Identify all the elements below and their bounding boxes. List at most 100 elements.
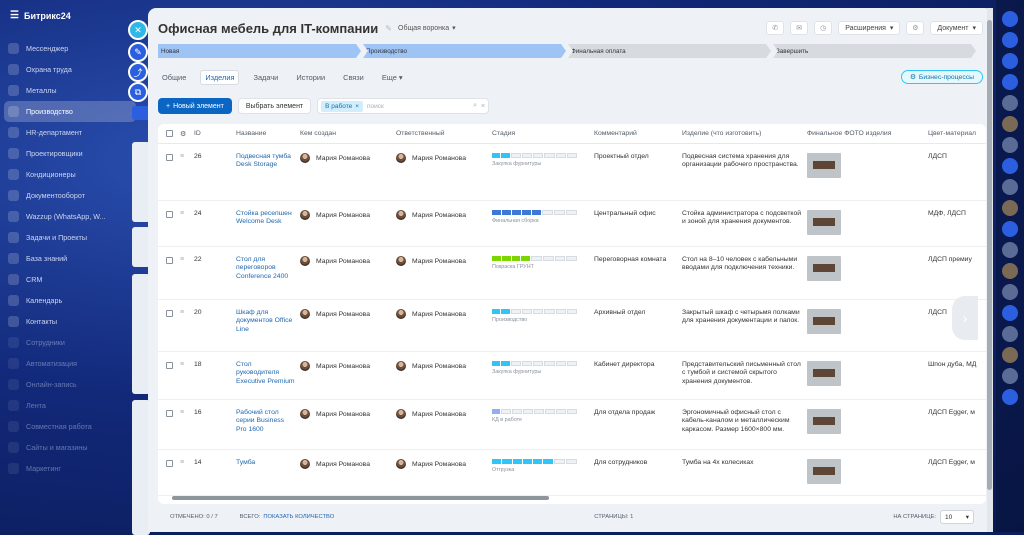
document-button[interactable]: Документ ▾ — [930, 21, 983, 35]
chat-icon[interactable] — [1002, 32, 1018, 48]
scroll-right-button[interactable]: › — [952, 296, 978, 340]
search-input[interactable]: поиск — [367, 103, 469, 110]
app-logo[interactable]: ☰ Битрикс24 — [10, 10, 71, 21]
sidebar-item[interactable]: База знаний — [0, 248, 140, 269]
time-icon[interactable]: ◷ — [814, 21, 833, 35]
stage-progress[interactable]: Отгрузка — [492, 459, 590, 473]
filter-search[interactable]: В работе × поиск ⌕ × — [317, 98, 490, 114]
sidebar-item[interactable]: CRM — [0, 269, 140, 290]
created-by[interactable]: Мария Романова — [300, 256, 392, 266]
sidebar-item[interactable]: Кондиционеры — [0, 164, 140, 185]
tab-tasks[interactable]: Задачи — [249, 71, 282, 84]
product-photo[interactable] — [807, 309, 841, 334]
show-count-link[interactable]: ПОКАЗАТЬ КОЛИЧЕСТВО — [263, 514, 334, 520]
contact-avatar[interactable] — [1002, 284, 1018, 300]
menu-icon[interactable]: ☰ — [10, 10, 19, 21]
notifications-icon[interactable] — [1002, 11, 1018, 27]
row-checkbox[interactable] — [166, 257, 173, 264]
product-photo[interactable] — [807, 153, 841, 178]
edit-title-icon[interactable]: ✎ — [385, 24, 392, 33]
row-name-link[interactable]: Стол руководителя Executive Premium — [236, 361, 296, 386]
created-by[interactable]: Мария Романова — [300, 409, 392, 419]
open-icon[interactable]: ⧉ — [128, 82, 148, 102]
drag-handle-icon[interactable]: ≡ — [180, 210, 184, 217]
contact-avatar[interactable] — [1002, 95, 1018, 111]
created-by[interactable]: Мария Романова — [300, 361, 392, 371]
per-page-select[interactable]: 10 ▾ — [940, 510, 974, 524]
contact-avatar[interactable] — [1002, 116, 1018, 132]
row-name-link[interactable]: Тумба — [236, 459, 296, 467]
extensions-button[interactable]: Расширения ▾ — [838, 21, 901, 35]
filter-chip[interactable]: В работе × — [321, 100, 364, 112]
pencil-icon[interactable]: ✎ — [128, 42, 148, 62]
drag-handle-icon[interactable]: ≡ — [180, 153, 184, 160]
search-icon[interactable] — [1002, 53, 1018, 69]
stage-progress[interactable]: Покраска ГРУНТ — [492, 256, 590, 270]
row-checkbox[interactable] — [166, 211, 173, 218]
column-header[interactable]: Кем создан — [296, 130, 392, 137]
table-row[interactable]: ≡ 14 Тумба Мария Романова Мария Романова Отгр… — [158, 450, 986, 496]
share-icon[interactable]: ⤴ — [128, 62, 148, 82]
sidebar-item[interactable]: Онлайн-запись — [0, 374, 140, 395]
responsible[interactable]: Мария Романова — [396, 210, 488, 220]
row-checkbox[interactable] — [166, 460, 173, 467]
sidebar-item[interactable]: HR-департамент — [0, 122, 140, 143]
sidebar-item[interactable]: Совместная работа — [0, 416, 140, 437]
row-name-link[interactable]: Подвесная тумба Desk Storage — [236, 153, 296, 170]
message-icon[interactable]: ✉ — [790, 21, 809, 35]
tab-products[interactable]: Изделия — [200, 69, 240, 85]
created-by[interactable]: Мария Романова — [300, 210, 392, 220]
table-row[interactable]: ≡ 24 Стойка ресепшен Welcome Desk Мария Ром… — [158, 201, 986, 247]
column-header[interactable]: Изделие (что изготовить) — [678, 130, 803, 137]
contact-avatar[interactable] — [1002, 263, 1018, 279]
contact-avatar[interactable] — [1002, 200, 1018, 216]
sidebar-item[interactable]: Календарь — [0, 290, 140, 311]
responsible[interactable]: Мария Романова — [396, 459, 488, 469]
clear-icon[interactable]: × — [481, 103, 485, 110]
select-all-checkbox[interactable] — [158, 129, 176, 139]
sidebar-item[interactable]: Мессенджер — [0, 38, 140, 59]
row-name-link[interactable]: Рабочий стол серии Business Pro 1600 — [236, 409, 296, 434]
created-by[interactable]: Мария Романова — [300, 459, 392, 469]
drag-handle-icon[interactable]: ≡ — [180, 361, 184, 368]
product-photo[interactable] — [807, 409, 841, 434]
stage-progress[interactable]: Закупка фурнитуры — [492, 153, 590, 167]
responsible[interactable]: Мария Романова — [396, 361, 488, 371]
column-header[interactable]: Цвет-материал — [924, 130, 984, 137]
responsible[interactable]: Мария Романова — [396, 409, 488, 419]
table-row[interactable]: ≡ 20 Шкаф для документов Office Line Мария … — [158, 300, 986, 352]
telephony-icon[interactable] — [1002, 74, 1018, 90]
stage-item[interactable]: Финальная оплата — [568, 44, 771, 58]
row-checkbox[interactable] — [166, 410, 173, 417]
row-checkbox[interactable] — [166, 154, 173, 161]
tab-more[interactable]: Еще ▾ — [378, 71, 407, 84]
product-photo[interactable] — [807, 210, 841, 235]
contact-avatar[interactable] — [1002, 368, 1018, 384]
sidebar-item[interactable]: Охрана труда — [0, 59, 140, 80]
column-header[interactable]: Ответственный — [392, 130, 488, 137]
contact-avatar[interactable] — [1002, 242, 1018, 258]
contact-avatar[interactable] — [1002, 137, 1018, 153]
tab-history[interactable]: Истории — [292, 71, 329, 84]
contact-avatar[interactable] — [1002, 347, 1018, 363]
search-icon[interactable]: ⌕ — [473, 102, 477, 110]
sidebar-item[interactable]: Автоматизация — [0, 353, 140, 374]
stage-item[interactable]: Новая — [158, 44, 361, 58]
funnel-select[interactable]: Общая воронка ▾ — [398, 24, 456, 33]
gear-icon[interactable]: ⚙ — [906, 21, 925, 35]
responsible[interactable]: Мария Романова — [396, 309, 488, 319]
responsible[interactable]: Мария Романова — [396, 256, 488, 266]
row-name-link[interactable]: Шкаф для документов Office Line — [236, 309, 296, 334]
created-by[interactable]: Мария Романова — [300, 153, 392, 163]
column-header[interactable]: Название — [232, 130, 296, 137]
stage-item[interactable]: Завершить — [773, 44, 976, 58]
sidebar-item[interactable]: Контакты — [0, 311, 140, 332]
tab-links[interactable]: Связи — [339, 71, 368, 84]
column-header[interactable]: Стадия — [488, 130, 590, 137]
drag-handle-icon[interactable]: ≡ — [180, 409, 184, 416]
row-checkbox[interactable] — [166, 310, 173, 317]
table-row[interactable]: ≡ 18 Стол руководителя Executive Premium Ма… — [158, 352, 986, 400]
stage-progress[interactable]: КД в работе — [492, 409, 590, 423]
sidebar-item[interactable]: Документооборот — [0, 185, 140, 206]
sidebar-item[interactable]: Проектировщики — [0, 143, 140, 164]
